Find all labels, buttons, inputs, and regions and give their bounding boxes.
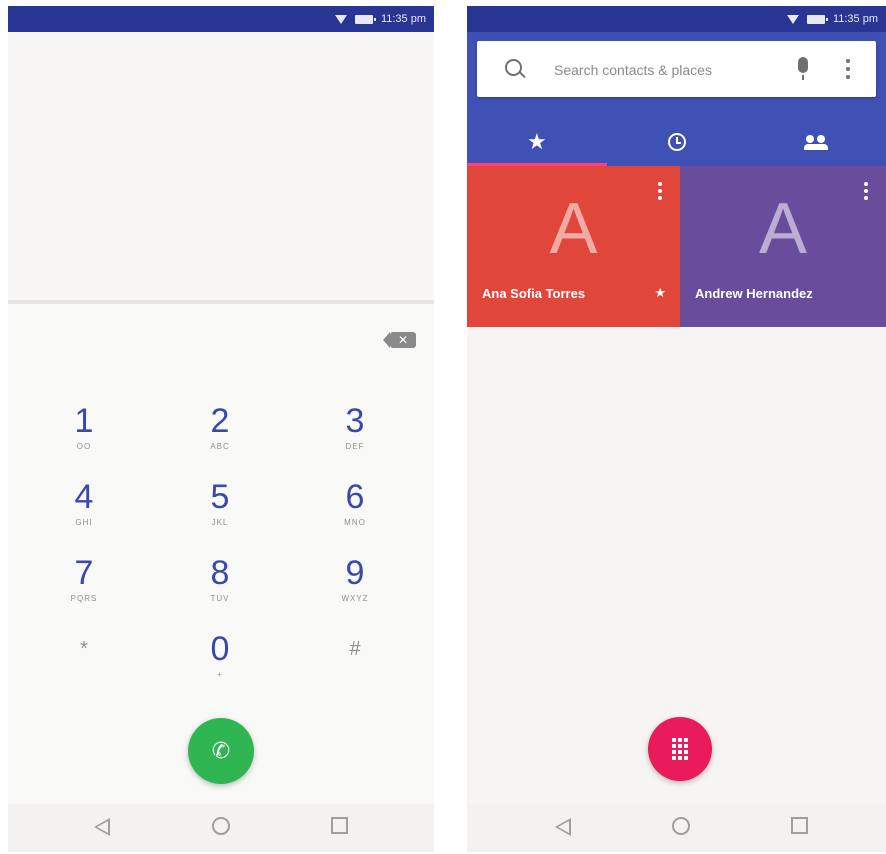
key-letters: DEF (345, 442, 365, 451)
tab-contacts[interactable] (746, 118, 886, 166)
key-digit: 9 (345, 554, 365, 592)
contact-initial: A (549, 189, 598, 269)
tab-bar: ★ (467, 118, 886, 166)
key-4[interactable]: 4 GHI (44, 478, 124, 542)
key-digit: # (349, 638, 361, 660)
key-digit: 2 (210, 402, 230, 440)
status-bar: 11:35 pm (8, 6, 434, 32)
key-letters: WXYZ (341, 594, 369, 603)
key-1[interactable]: 1 OO (44, 402, 124, 466)
key-letters: JKL (211, 518, 229, 527)
search-bar[interactable] (477, 41, 876, 97)
key-digit: 5 (210, 478, 230, 516)
battery-icon (354, 14, 376, 24)
tile-menu-icon[interactable] (864, 182, 868, 203)
key-9[interactable]: 9 WXYZ (315, 554, 395, 618)
favorites-screen: 11:35 pm ★ A Ana Sofia Torres (467, 6, 886, 852)
key-8[interactable]: 8 TUV (180, 554, 260, 618)
key-letters: PQRS (70, 594, 98, 603)
key-digit: * (80, 638, 88, 660)
key-letters: ABC (210, 442, 230, 451)
wifi-icon (786, 14, 799, 24)
back-icon[interactable] (555, 818, 571, 836)
battery-icon (806, 14, 828, 24)
key-3[interactable]: 3 DEF (315, 402, 395, 466)
people-icon (804, 135, 829, 150)
dialed-number-display (8, 32, 434, 300)
search-input[interactable] (552, 59, 776, 81)
favorites-grid: A Ana Sofia Torres ★ A Andrew Hernandez (467, 166, 886, 327)
home-icon[interactable] (672, 817, 690, 835)
key-digit: 8 (210, 554, 230, 592)
contact-initial: A (758, 189, 808, 269)
contact-name: Ana Sofia Torres (482, 286, 586, 301)
star-icon: ★ (654, 285, 666, 300)
dialer-screen: 11:35 pm ✕ 1 OO 2 ABC 3 DEF 4 GHI 5 JKL … (8, 6, 434, 852)
favorite-tile[interactable]: A Ana Sofia Torres ★ (467, 166, 680, 327)
tab-recents[interactable] (607, 118, 747, 166)
recents-icon[interactable] (791, 817, 808, 834)
dialpad: ✕ 1 OO 2 ABC 3 DEF 4 GHI 5 JKL 6 MNO 7 P… (8, 304, 434, 804)
recents-icon[interactable] (331, 817, 348, 834)
key-digit: 3 (345, 402, 365, 440)
key-letters: MNO (344, 518, 366, 527)
search-icon (505, 59, 522, 76)
status-time: 11:35 pm (832, 13, 878, 25)
key-hash[interactable]: # (315, 630, 395, 694)
key-2[interactable]: 2 ABC (180, 402, 260, 466)
key-letters: TUV (210, 594, 230, 603)
contact-name: Andrew Hernandez (695, 286, 813, 301)
mic-icon[interactable] (798, 57, 808, 80)
key-digit: 4 (74, 478, 94, 516)
home-icon[interactable] (212, 817, 230, 835)
wifi-icon (334, 14, 347, 24)
clock-icon (667, 133, 686, 151)
key-letters: GHI (75, 518, 93, 527)
tab-favorites[interactable]: ★ (467, 118, 607, 166)
favorite-tile[interactable]: A Andrew Hernandez (680, 166, 886, 327)
key-7[interactable]: 7 PQRS (44, 554, 124, 618)
more-options-icon[interactable] (846, 59, 850, 79)
key-0[interactable]: 0 + (180, 630, 260, 694)
nav-bar (8, 804, 434, 852)
key-digit: 7 (74, 554, 94, 592)
tile-menu-icon[interactable] (658, 182, 662, 203)
key-letters: + (217, 670, 223, 679)
backspace-button[interactable]: ✕ (383, 332, 416, 348)
key-6[interactable]: 6 MNO (315, 478, 395, 542)
key-digit: 0 (210, 630, 230, 668)
phone-icon: ✆ (211, 738, 231, 763)
key-star[interactable]: * (44, 630, 124, 694)
key-5[interactable]: 5 JKL (180, 478, 260, 542)
backspace-icon: ✕ (397, 333, 409, 347)
status-bar: 11:35 pm (467, 6, 886, 32)
dialpad-button[interactable] (648, 717, 712, 781)
app-header: ★ (467, 32, 886, 166)
nav-bar (467, 804, 886, 852)
star-icon: ★ (526, 129, 547, 154)
call-button[interactable]: ✆ (188, 718, 254, 784)
status-time: 11:35 pm (380, 13, 426, 25)
key-digit: 6 (345, 478, 365, 516)
key-letters: OO (76, 442, 92, 451)
key-digit: 1 (74, 402, 94, 440)
back-icon[interactable] (94, 818, 110, 836)
